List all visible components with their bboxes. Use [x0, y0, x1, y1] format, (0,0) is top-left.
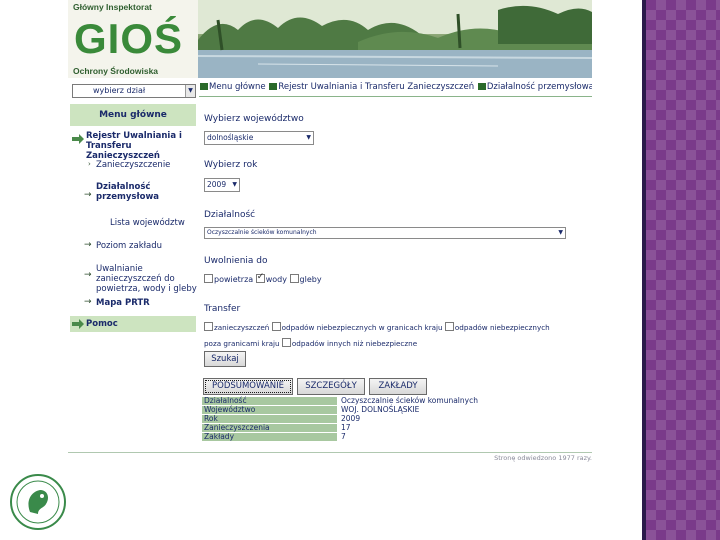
transfer-non-hazardous-label: odpadów innych niż niebezpieczne	[291, 339, 418, 348]
summary-key: Rok	[202, 415, 337, 423]
arrow-right-icon: →	[84, 270, 92, 280]
browser-page: Główny Inspektorat GIOŚ Ochrony Środowis…	[68, 0, 592, 468]
site-header: Główny Inspektorat GIOŚ Ochrony Środowis…	[68, 0, 592, 78]
voivodeship-value: dolnośląskie	[207, 133, 254, 142]
year-label: Wybierz rok	[204, 160, 258, 170]
transfer-hazardous-checkbox[interactable]	[444, 322, 454, 331]
table-row: Województwo WOJ. DOLNOŚLĄSKIE	[202, 406, 592, 414]
transfer-hazardous-domestic-checkbox[interactable]	[271, 322, 281, 331]
summary-key: Województwo	[202, 406, 337, 414]
summary-value: Oczyszczalnie ścieków komunalnych	[341, 396, 478, 405]
nav-item-pollutant[interactable]: Zanieczyszczenie	[96, 160, 170, 170]
nav-item-voivodeship-list[interactable]: Lista województw	[110, 218, 185, 228]
release-water-label: wody	[265, 275, 287, 284]
tab-details[interactable]: SZCZEGÓŁY	[297, 378, 365, 395]
transfer-pollutants-checkbox[interactable]	[204, 322, 213, 331]
summary-value: 2009	[341, 414, 361, 423]
transfer-options-row-1: zanieczyszczeń odpadów niebezpiecznych w…	[204, 322, 550, 332]
summary-key: Zanieczyszczenia	[202, 424, 337, 432]
transfer-hazardous-domestic-label: odpadów niebezpiecznych w granicach kraj…	[281, 323, 443, 332]
tab-summary[interactable]: PODSUMOWANIE	[203, 378, 293, 395]
lake-landscape-icon	[198, 0, 592, 78]
arrow-right-icon: →	[84, 240, 92, 250]
slide-decorative-pattern	[646, 0, 720, 540]
header-divider	[199, 96, 592, 97]
logo-acronym: GIOŚ	[74, 15, 184, 62]
arrow-right-icon: →	[84, 190, 92, 200]
summary-value: 17	[341, 423, 351, 432]
nav-item-help: Pomoc	[86, 319, 118, 329]
transfer-abroad-label: poza granicami kraju	[204, 339, 280, 348]
transfer-hazardous-label: odpadów niebezpiecznych	[454, 323, 550, 332]
breadcrumb-home[interactable]: Menu główne	[209, 82, 266, 92]
activity-value: Oczyszczalnie ścieków komunalnych	[207, 229, 317, 236]
section-select[interactable]: wybierz dział ▼	[72, 84, 196, 98]
left-navigation: wybierz dział ▼ Menu główne Rejestr Uwal…	[68, 80, 198, 468]
breadcrumb: Menu główne Rejestr Uwalniania i Transfe…	[199, 80, 592, 94]
chevron-down-icon[interactable]: ▼	[185, 85, 195, 97]
gios-seal-icon	[10, 474, 66, 530]
grid-icon	[477, 83, 486, 90]
chevron-down-icon: ▼	[558, 229, 563, 236]
nav-item-prtr-map[interactable]: Mapa PRTR	[96, 298, 150, 308]
visit-counter: Stronę odwiedzono 1977 razy.	[494, 454, 592, 462]
nav-help-bar[interactable]: Pomoc	[70, 316, 196, 332]
breadcrumb-register[interactable]: Rejestr Uwalniania i Transferu Zanieczys…	[278, 82, 474, 92]
activity-select[interactable]: Oczyszczalnie ścieków komunalnych ▼	[204, 227, 566, 239]
release-water-checkbox[interactable]	[255, 272, 265, 283]
search-button[interactable]: Szukaj	[204, 351, 246, 367]
transfer-pollutants-label: zanieczyszczeń	[214, 323, 270, 332]
nav-item-facility-level[interactable]: Poziom zakładu	[96, 241, 162, 251]
nav-item-release-of-pollutants[interactable]: Uwalnianie zanieczyszczeń do powietrza, …	[96, 264, 198, 294]
logo-inspector-text: Główny Inspektorat	[73, 2, 152, 12]
nav-item-industrial-activity[interactable]: Działalność przemysłowa	[96, 182, 159, 202]
table-row: Rok 2009	[202, 415, 592, 423]
pointer-arrow-icon	[72, 134, 84, 144]
arrow-right-icon: →	[84, 297, 92, 307]
release-air-label: powietrza	[214, 275, 254, 284]
table-row: Zakłady 7	[202, 433, 592, 441]
activity-label: Działalność	[204, 210, 256, 220]
pointer-arrow-icon	[72, 319, 84, 329]
breadcrumb-activity[interactable]: Działalność przemysłowa	[487, 82, 592, 92]
menu-title: Menu główne	[70, 104, 196, 126]
footer-divider	[68, 452, 592, 453]
release-soil-checkbox[interactable]	[289, 274, 299, 283]
summary-value: WOJ. DOLNOŚLĄSKIE	[341, 405, 420, 414]
release-options: powietrza wody gleby	[204, 272, 322, 284]
voivodeship-label: Wybierz województwo	[204, 114, 304, 124]
transfer-non-hazardous-checkbox[interactable]	[281, 338, 291, 347]
summary-key: Zakłady	[202, 433, 337, 441]
table-row: Zanieczyszczenia 17	[202, 424, 592, 432]
transfer-label: Transfer	[204, 304, 241, 314]
year-value: 2009	[207, 180, 227, 189]
year-select[interactable]: 2009 ▼	[204, 178, 240, 192]
logo-protection-text: Ochrony Środowiska	[73, 66, 159, 76]
tab-plants[interactable]: ZAKŁADY	[369, 378, 427, 395]
release-air-checkbox[interactable]	[204, 274, 213, 283]
chevron-down-icon: ▼	[306, 134, 311, 141]
table-row: Działalność Oczyszczalnie ścieków komuna…	[202, 397, 592, 405]
release-soil-label: gleby	[299, 275, 322, 284]
chevron-down-icon: ▼	[232, 181, 237, 188]
header-lake-photo	[198, 0, 592, 78]
grid-icon	[269, 83, 278, 90]
nav-item-prtr-register[interactable]: Rejestr Uwalniania i Transferu Zanieczys…	[86, 131, 196, 161]
summary-value: 7	[341, 432, 346, 441]
grid-icon	[200, 83, 208, 90]
voivodeship-select[interactable]: dolnośląskie ▼	[204, 131, 314, 145]
summary-key: Działalność	[202, 397, 337, 405]
section-select-value: wybierz dział	[93, 86, 146, 95]
release-label: Uwolnienia do	[204, 256, 268, 266]
transfer-options-row-2: poza granicami kraju odpadów innych niż …	[204, 338, 417, 348]
gios-logo[interactable]: Główny Inspektorat GIOŚ Ochrony Środowis…	[68, 0, 198, 78]
chevron-right-icon: ›	[88, 160, 91, 168]
